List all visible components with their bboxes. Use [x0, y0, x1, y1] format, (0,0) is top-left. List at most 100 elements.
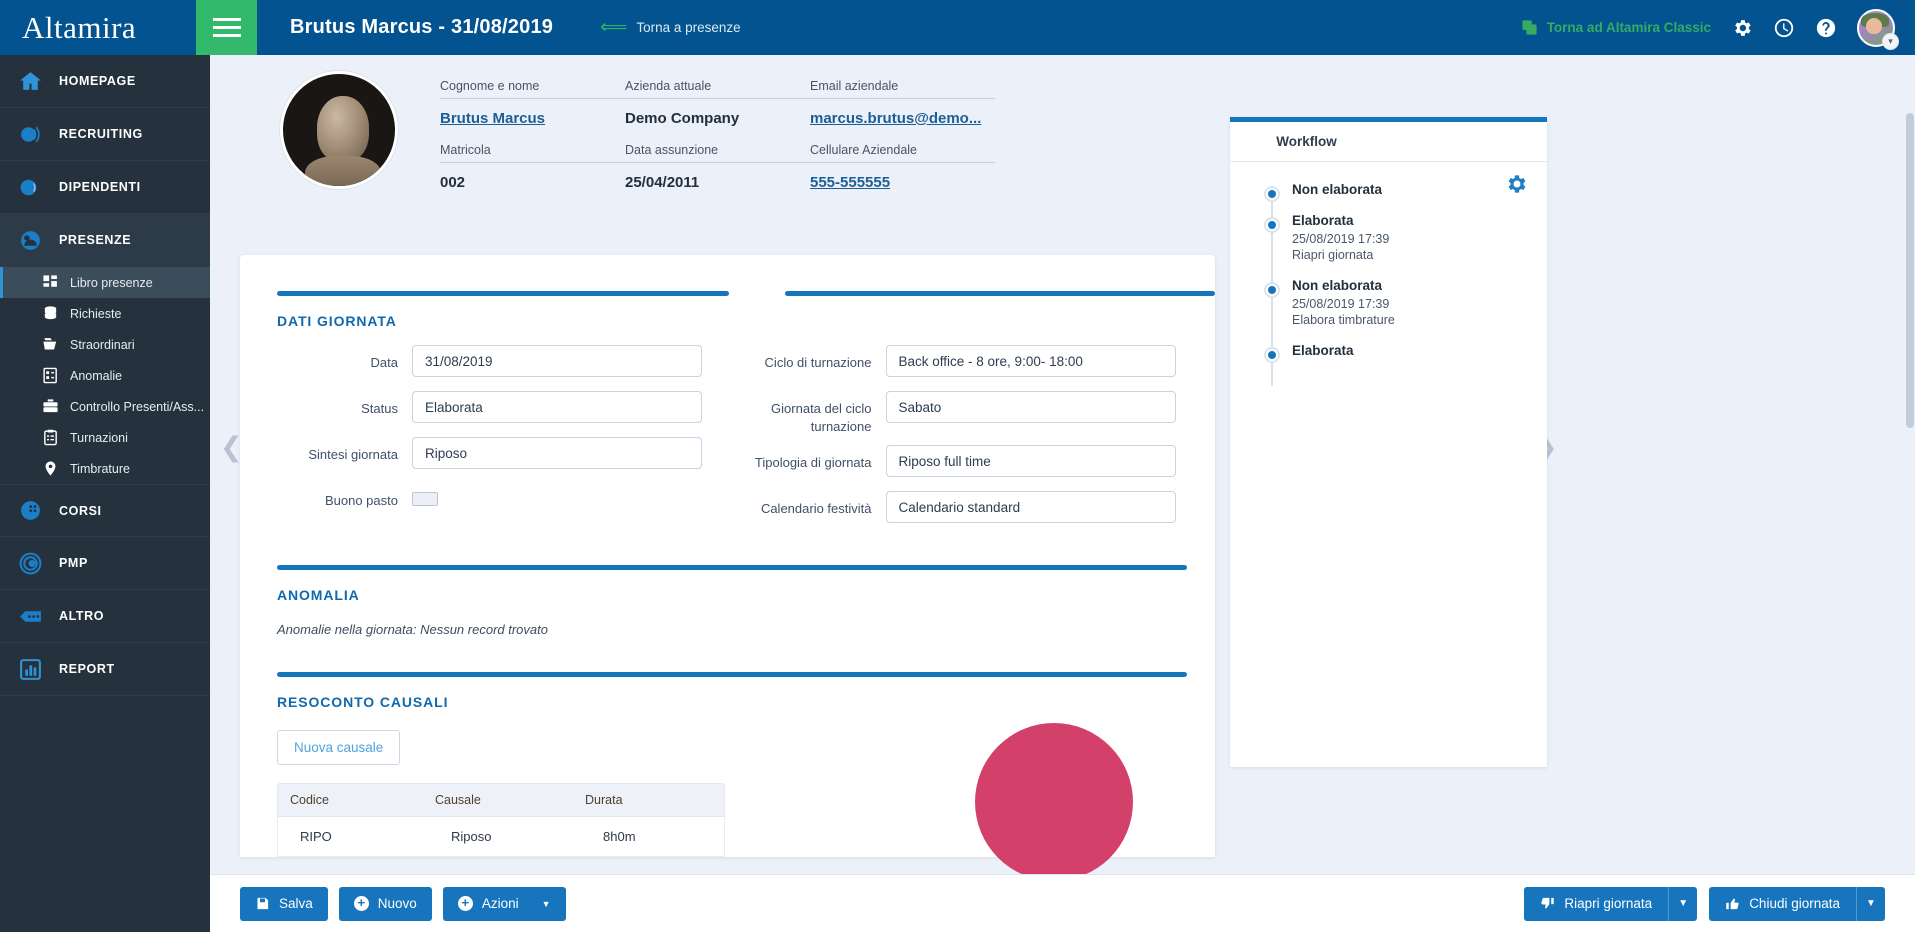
- giornata-ciclo-input[interactable]: Sabato: [885, 391, 1176, 423]
- sidebar-item-timbrature[interactable]: Timbrature: [0, 453, 210, 484]
- field-cellulare-aziendale: Cellulare Aziendale 555-555555: [810, 143, 995, 191]
- back-to-attendance-link[interactable]: ⟸ Torna a presenze: [600, 18, 741, 37]
- field-column: Email aziendale marcus.brutus@demo... Ce…: [810, 79, 995, 207]
- courses-icon: [21, 501, 40, 520]
- section-rule-resoconto: [277, 672, 1187, 678]
- vertical-scrollbar[interactable]: [1906, 113, 1914, 428]
- chevron-down-icon[interactable]: ▾: [1882, 32, 1899, 50]
- reopen-day-button[interactable]: Riapri giornata: [1524, 886, 1669, 921]
- ciclo-turnazione-input[interactable]: Back office - 8 ore, 9:00- 18:00: [885, 345, 1176, 377]
- document-icon: [43, 367, 57, 384]
- sidebar-item-pmp[interactable]: PMP: [0, 537, 210, 590]
- field-row-tipologia-giornata: Tipologia di giornata Riposo full time: [714, 445, 1188, 481]
- plus-icon: +: [457, 896, 473, 911]
- table-header-row: Codice Causale Durata: [277, 783, 725, 818]
- field-row-calendario-festivita: Calendario festività Calendario standard: [714, 491, 1188, 527]
- sidebar-item-libro-presenze[interactable]: Libro presenze: [0, 267, 210, 298]
- field-column: Azienda attuale Demo Company Data assunz…: [625, 79, 810, 207]
- employees-icon: [20, 179, 37, 195]
- field-label: Calendario festività: [760, 501, 872, 517]
- other-icon: [20, 610, 41, 622]
- sidebar-sub-label: Controllo Presenti/Ass...: [70, 399, 205, 414]
- field-row-data: Data 31/08/2019: [240, 345, 714, 381]
- cell-causale: Riposo: [451, 829, 492, 845]
- photo-bust-body: [305, 156, 381, 186]
- sidebar-item-recruiting[interactable]: RECRUITING: [0, 108, 210, 161]
- plus-icon: +: [353, 896, 369, 911]
- sidebar-item-controllo-presenti[interactable]: Controllo Presenti/Ass...: [0, 391, 210, 422]
- sidebar-item-altro[interactable]: ALTRO: [0, 590, 210, 643]
- save-label: Salva: [279, 896, 313, 911]
- workflow-step-status: Non elaborata: [1292, 182, 1383, 197]
- section-title-dati-giornata: DATI GIORNATA: [277, 313, 397, 329]
- workflow-step-action: Elabora timbrature: [1292, 313, 1395, 327]
- field-value[interactable]: Brutus Marcus: [440, 99, 625, 127]
- sidebar-item-corsi[interactable]: CORSI: [0, 484, 210, 537]
- help-icon[interactable]: [1815, 17, 1837, 39]
- close-day-button[interactable]: Chiudi giornata: [1709, 886, 1856, 921]
- reopen-day-caret[interactable]: ▼: [1668, 886, 1698, 921]
- back-link-label: Torna a presenze: [636, 20, 741, 35]
- field-data-assunzione: Data assunzione 25/04/2011: [625, 143, 810, 191]
- column-header-causale: Causale: [435, 793, 481, 808]
- field-value: Demo Company: [625, 110, 740, 127]
- decorative-circle: [975, 723, 1133, 881]
- user-avatar-menu[interactable]: ▾: [1857, 8, 1899, 50]
- field-column: Cognome e nome Brutus Marcus Matricola 0…: [440, 79, 625, 207]
- calendario-festivita-input[interactable]: Calendario standard: [885, 491, 1176, 524]
- close-day-caret[interactable]: ▼: [1856, 886, 1885, 921]
- workflow-step: Elaborata: [1264, 343, 1524, 363]
- sidebar-item-homepage[interactable]: HOMEPAGE: [0, 55, 210, 108]
- new-button[interactable]: + Nuovo: [338, 886, 432, 921]
- workflow-step: Non elaborata: [1264, 182, 1524, 202]
- main-content: ❮ ❯ Cognome e nome Brutus Marcus Matrico…: [210, 55, 1915, 932]
- field-email-aziendale: Email aziendale marcus.brutus@demo...: [810, 79, 995, 127]
- menu-toggle-button[interactable]: [196, 0, 257, 55]
- nuova-causale-button[interactable]: Nuova causale: [277, 730, 401, 766]
- field-row-buono-pasto: Buono pasto: [240, 483, 714, 519]
- tab-strip-rule: [1383, 161, 1547, 162]
- sidebar-item-turnazioni[interactable]: Turnazioni: [0, 422, 210, 453]
- field-row-ciclo-turnazione: Ciclo di turnazione Back office - 8 ore,…: [714, 345, 1188, 381]
- sidebar-item-presenze[interactable]: PRESENZE: [0, 214, 210, 267]
- sidebar-sub-label: Timbrature: [70, 461, 130, 476]
- sidebar-item-dipendenti[interactable]: DIPENDENTI: [0, 161, 210, 214]
- sidebar-item-straordinari[interactable]: Straordinari: [0, 329, 210, 360]
- sidebar-label: DIPENDENTI: [59, 180, 141, 194]
- sidebar-sub-label: Straordinari: [70, 337, 135, 352]
- sidebar-item-richieste[interactable]: Richieste: [0, 298, 210, 329]
- tab-workflow[interactable]: Workflow: [1230, 122, 1383, 162]
- workflow-panel: Workflow Non elaborata Elaborata 25/08/2…: [1230, 117, 1547, 767]
- actions-button[interactable]: + Azioni ▼: [442, 886, 566, 921]
- sidebar-item-anomalie[interactable]: Anomalie: [0, 360, 210, 391]
- workflow-step-time: 25/08/2019 17:39: [1292, 297, 1390, 311]
- save-button[interactable]: Salva: [240, 886, 328, 921]
- actions-label: Azioni: [481, 896, 519, 911]
- reopen-label: Riapri giornata: [1564, 896, 1653, 911]
- sidebar-item-report[interactable]: REPORT: [0, 643, 210, 696]
- tipologia-giornata-input[interactable]: Riposo full time: [885, 445, 1176, 478]
- field-value[interactable]: marcus.brutus@demo...: [810, 99, 995, 127]
- buono-pasto-checkbox[interactable]: [412, 492, 438, 506]
- table-row[interactable]: RIPO Riposo 8h0m: [277, 817, 725, 858]
- pin-icon: [45, 461, 56, 476]
- briefcase-icon: [43, 399, 58, 413]
- prev-record-arrow[interactable]: ❮: [220, 433, 243, 463]
- employee-photo: [280, 71, 398, 189]
- field-value[interactable]: 555-555555: [810, 163, 995, 191]
- topbar-actions: Torna ad Altamira Classic ▾: [1520, 8, 1915, 50]
- sidebar-label: CORSI: [59, 503, 102, 518]
- back-to-classic-link[interactable]: Torna ad Altamira Classic: [1520, 18, 1711, 37]
- status-input[interactable]: Elaborata: [412, 391, 702, 423]
- section-title-resoconto: RESOCONTO CAUSALI: [277, 694, 449, 711]
- sintesi-giornata-input[interactable]: Riposo: [412, 437, 702, 469]
- data-input[interactable]: 31/08/2019: [412, 345, 702, 377]
- dot-fill: [1268, 221, 1276, 229]
- section-rule-left: [277, 291, 729, 296]
- clock-icon[interactable]: [1773, 17, 1795, 39]
- chevron-down-icon: ▼: [541, 898, 551, 909]
- sidebar-label: ALTRO: [59, 609, 105, 623]
- home-icon: [20, 71, 41, 90]
- sidebar-sub-label: Anomalie: [70, 368, 123, 383]
- gear-icon[interactable]: [1731, 17, 1753, 39]
